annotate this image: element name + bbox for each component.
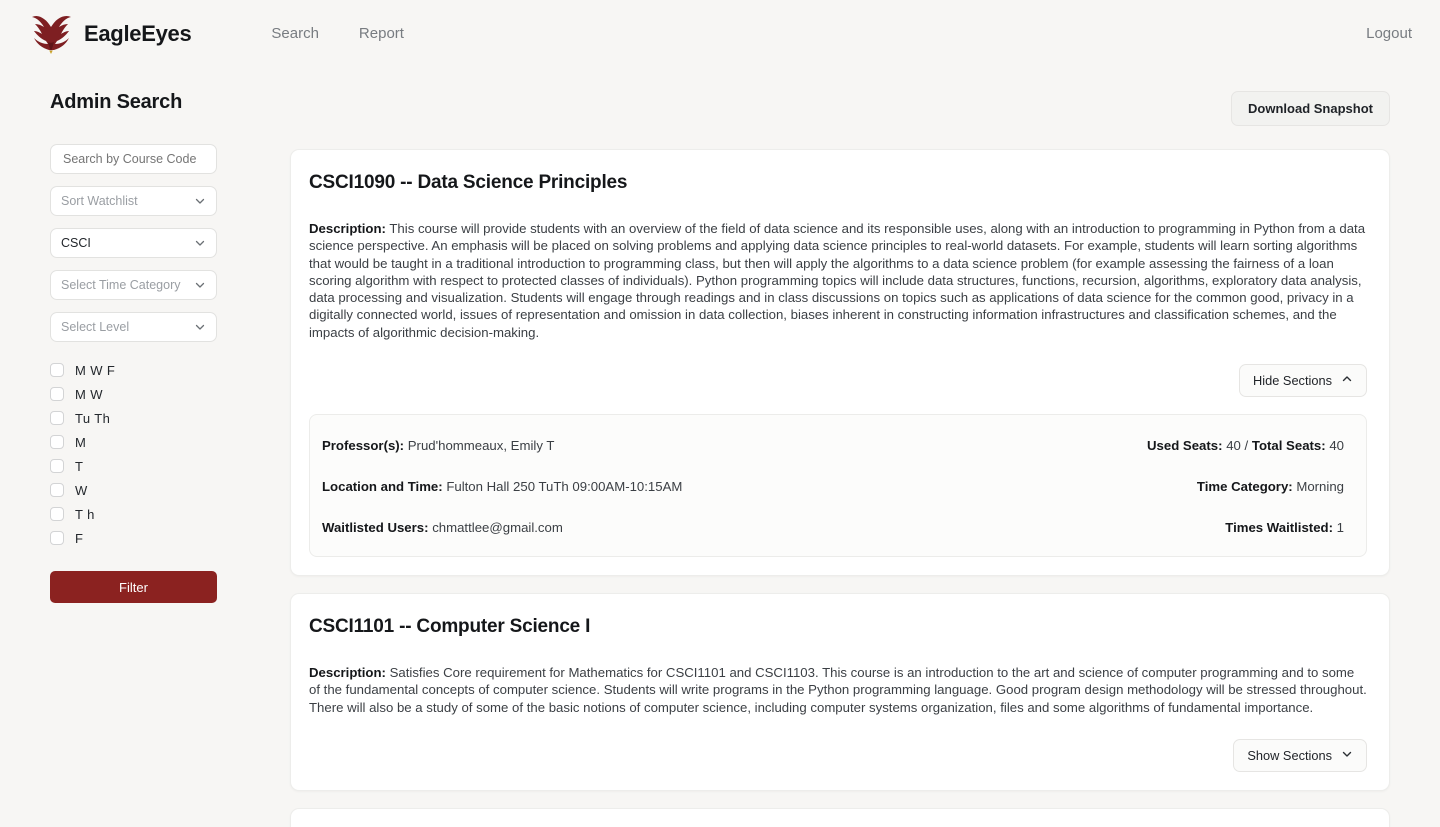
page-body: Admin Search Sort Watchlist CSCI Select … (0, 67, 1440, 827)
time-category-value: Select Time Category (61, 278, 181, 292)
times-waitlisted-label: Times Waitlisted: (1225, 520, 1333, 536)
location-label: Location and Time: (322, 479, 443, 495)
sections-toggle-row: Hide Sections (309, 364, 1367, 398)
time-category-select[interactable]: Select Time Category (50, 270, 217, 300)
page-title: Admin Search (50, 91, 183, 113)
course-card: CSCI1090 -- Data Science Principles Desc… (290, 149, 1390, 577)
checkbox-icon[interactable] (50, 531, 64, 545)
level-value: Select Level (61, 320, 130, 334)
day-checkbox-t[interactable]: T (50, 454, 246, 478)
level-select[interactable]: Select Level (50, 312, 217, 342)
course-card: CSCI1102 -- Computer Science II (290, 807, 1390, 827)
chevron-down-icon (194, 321, 206, 333)
filter-sidebar: Admin Search Sort Watchlist CSCI Select … (50, 67, 246, 603)
show-sections-button[interactable]: Show Sections (1233, 738, 1367, 772)
section-row-waitlist: Waitlisted Users: chmattlee@gmail.com Ti… (322, 514, 1344, 541)
day-checkbox-list: M W F M W Tu Th M T W T h F (50, 358, 246, 550)
total-seats-value: 40 (1329, 438, 1344, 454)
day-checkbox-label: M W (75, 386, 103, 402)
seats-divider: / (1244, 438, 1249, 454)
course-description: Description: This course will provide st… (309, 220, 1367, 341)
search-input-field[interactable] (61, 151, 206, 167)
checkbox-icon[interactable] (50, 483, 64, 497)
day-checkbox-mw[interactable]: M W (50, 382, 246, 406)
day-checkbox-mwf[interactable]: M W F (50, 358, 246, 382)
time-category-info: Time Category: Morning (1197, 479, 1344, 494)
course-description-text: Satisfies Core requirement for Mathemati… (309, 665, 1367, 715)
time-category-value: Morning (1296, 479, 1344, 495)
section-row-location: Location and Time: Fulton Hall 250 TuTh … (322, 473, 1344, 500)
day-checkbox-label: T h (75, 506, 95, 522)
checkbox-icon[interactable] (50, 507, 64, 521)
nav-link-search[interactable]: Search (251, 19, 339, 48)
logout-link[interactable]: Logout (1362, 19, 1416, 48)
course-description: Description: Satisfies Core requirement … (309, 664, 1367, 716)
day-checkbox-label: M (75, 434, 87, 450)
professor-label: Professor(s): (322, 438, 405, 454)
eagle-logo-icon (28, 13, 74, 55)
sort-watchlist-select[interactable]: Sort Watchlist (50, 186, 217, 216)
chevron-down-icon (194, 237, 206, 249)
seats-info: Used Seats: 40 / Total Seats: 40 (1147, 438, 1344, 453)
waitlisted-users-info: Waitlisted Users: chmattlee@gmail.com (322, 520, 563, 535)
download-snapshot-button[interactable]: Download Snapshot (1231, 91, 1390, 126)
checkbox-icon[interactable] (50, 411, 64, 425)
day-checkbox-label: T (75, 458, 84, 474)
show-sections-label: Show Sections (1247, 747, 1332, 763)
used-seats-label: Used Seats: (1147, 438, 1223, 454)
checkbox-icon[interactable] (50, 387, 64, 401)
search-input[interactable] (50, 144, 217, 174)
day-checkbox-f[interactable]: F (50, 526, 246, 550)
waitlisted-users-value: chmattlee@gmail.com (432, 520, 563, 536)
total-seats-label: Total Seats: (1251, 438, 1326, 454)
day-checkbox-label: W (75, 482, 88, 498)
time-category-label: Time Category: (1196, 479, 1293, 495)
day-checkbox-label: Tu Th (75, 410, 111, 426)
nav-link-report[interactable]: Report (339, 19, 424, 48)
checkbox-icon[interactable] (50, 459, 64, 473)
section-detail-panel: Professor(s): Prud'hommeaux, Emily T Use… (309, 414, 1367, 558)
professor-value: Prud'hommeaux, Emily T (407, 438, 555, 454)
location-info: Location and Time: Fulton Hall 250 TuTh … (322, 479, 682, 494)
chevron-down-icon (194, 195, 206, 207)
course-description-label: Description: (309, 221, 386, 236)
course-description-text: This course will provide students with a… (309, 221, 1366, 340)
brand[interactable]: EagleEyes (28, 13, 192, 55)
chevron-up-icon (1341, 373, 1353, 388)
checkbox-icon[interactable] (50, 435, 64, 449)
hide-sections-label: Hide Sections (1253, 373, 1332, 389)
nav-links: Search Report (251, 19, 424, 48)
day-checkbox-w[interactable]: W (50, 478, 246, 502)
hide-sections-button[interactable]: Hide Sections (1239, 364, 1367, 398)
course-title: CSCI1090 -- Data Science Principles (309, 172, 628, 193)
department-select[interactable]: CSCI (50, 228, 217, 258)
checkbox-icon[interactable] (50, 363, 64, 377)
course-card: CSCI1101 -- Computer Science I Descripti… (290, 593, 1390, 791)
chevron-down-icon (194, 279, 206, 291)
chevron-down-icon (1341, 748, 1353, 763)
department-value: CSCI (61, 236, 91, 250)
section-row-professor: Professor(s): Prud'hommeaux, Emily T Use… (322, 432, 1344, 459)
filter-button[interactable]: Filter (50, 571, 217, 603)
content-toolbar: Download Snapshot (290, 91, 1390, 126)
sections-toggle-row: Show Sections (309, 738, 1367, 772)
day-checkbox-m[interactable]: M (50, 430, 246, 454)
top-navbar: EagleEyes Search Report Logout (0, 0, 1440, 67)
course-description-label: Description: (309, 665, 386, 681)
course-results: Download Snapshot CSCI1090 -- Data Scien… (246, 67, 1390, 827)
day-checkbox-label: F (75, 530, 84, 546)
brand-name: EagleEyes (84, 20, 192, 46)
location-value: Fulton Hall 250 TuTh 09:00AM-10:15AM (446, 479, 683, 495)
times-waitlisted-info: Times Waitlisted: 1 (1225, 520, 1344, 535)
times-waitlisted-value: 1 (1336, 520, 1344, 536)
sort-watchlist-value: Sort Watchlist (61, 194, 138, 208)
day-checkbox-th[interactable]: T h (50, 502, 246, 526)
used-seats-value: 40 (1226, 438, 1241, 454)
day-checkbox-label: M W F (75, 362, 116, 378)
day-checkbox-tuth[interactable]: Tu Th (50, 406, 246, 430)
waitlisted-users-label: Waitlisted Users: (322, 520, 429, 536)
course-title: CSCI1101 -- Computer Science I (309, 616, 591, 638)
professor-info: Professor(s): Prud'hommeaux, Emily T (322, 438, 554, 453)
